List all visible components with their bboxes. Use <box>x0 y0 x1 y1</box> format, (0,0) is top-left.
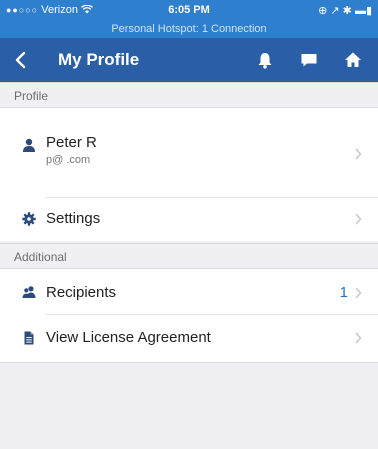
page-title: My Profile <box>58 50 140 69</box>
chevron-right-icon <box>355 148 362 160</box>
profile-name: Peter R <box>46 134 97 151</box>
settings-label: Settings <box>46 210 101 227</box>
home-icon[interactable] <box>342 49 364 71</box>
recipients-icon <box>22 286 36 298</box>
bell-icon[interactable] <box>254 49 276 71</box>
nav-bar: My Profile <box>0 38 378 82</box>
section-header-additional: Additional <box>0 243 378 269</box>
chat-icon[interactable] <box>298 49 320 71</box>
empty-background <box>0 362 378 449</box>
settings-row[interactable]: Settings <box>0 198 378 241</box>
license-row[interactable]: View License Agreement <box>0 315 378 362</box>
section-header-profile: Profile <box>0 82 378 108</box>
recipients-count-badge: 1 <box>339 284 348 301</box>
recipients-label: Recipients <box>46 284 117 301</box>
profile-row[interactable]: Peter R p@ .com <box>0 108 378 198</box>
status-bar: ●●○○○ Verizon 6:05 PM ⊕ ↗ ✱ ▬▮ <box>0 0 378 20</box>
back-chevron-icon[interactable] <box>10 47 34 73</box>
chevron-right-icon <box>355 332 362 344</box>
user-icon <box>23 138 35 152</box>
gear-icon <box>22 212 36 226</box>
hotspot-banner[interactable]: Personal Hotspot: 1 Connection <box>0 20 378 38</box>
profile-email: p@ .com <box>46 154 91 166</box>
document-icon <box>24 331 34 345</box>
status-right-icons: ⊕ ↗ ✱ ▬▮ <box>318 5 372 17</box>
license-label: View License Agreement <box>46 329 211 346</box>
recipients-row[interactable]: Recipients 1 <box>0 269 378 315</box>
chevron-right-icon <box>355 287 362 299</box>
chevron-right-icon <box>355 213 362 225</box>
